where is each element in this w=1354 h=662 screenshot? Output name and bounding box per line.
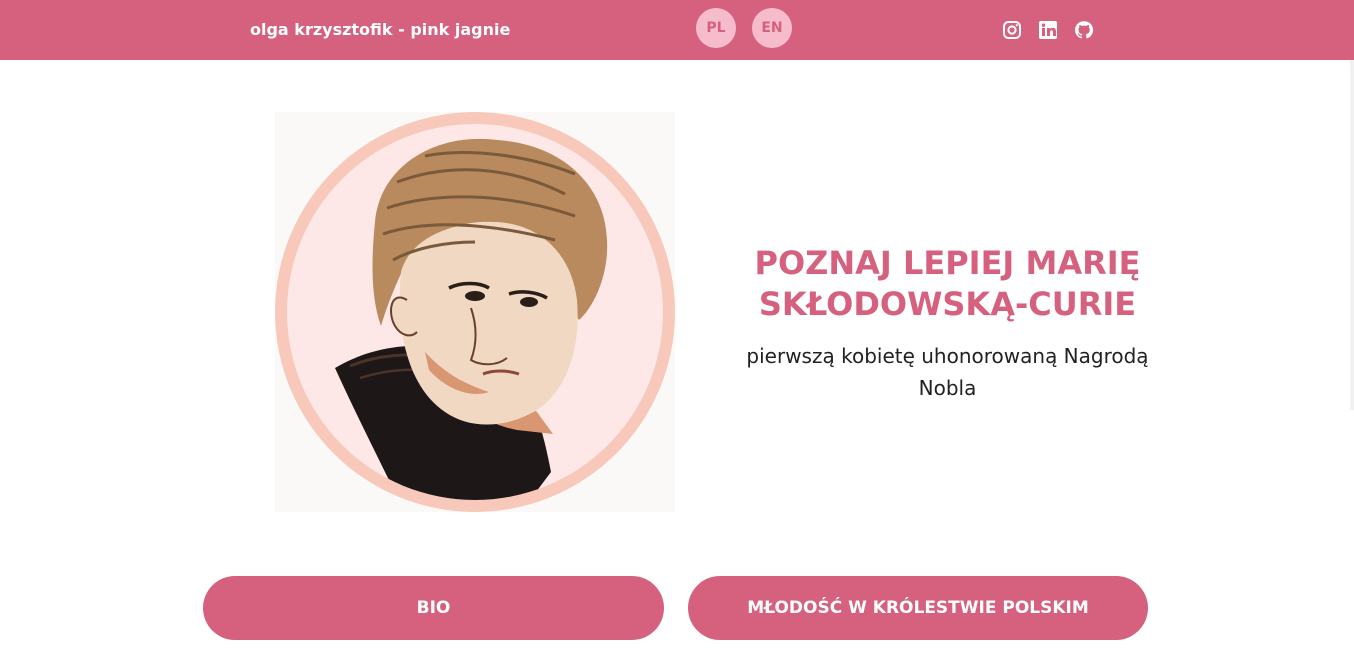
marie-curie-portrait — [275, 112, 675, 512]
bio-button[interactable]: BIO — [203, 576, 664, 640]
language-en-button[interactable]: EN — [752, 8, 792, 48]
top-bar: olga krzysztofik - pink jagnie PL EN — [0, 0, 1354, 60]
github-icon[interactable] — [1074, 20, 1094, 40]
instagram-icon[interactable] — [1002, 20, 1022, 40]
site-brand[interactable]: olga krzysztofik - pink jagnie — [250, 20, 510, 40]
hero-subtitle: pierwszą kobietę uhonorowaną Nagrodą Nob… — [746, 344, 1149, 400]
language-pl-button[interactable]: PL — [696, 8, 736, 48]
scrollbar[interactable] — [1350, 60, 1354, 410]
youth-in-kingdom-of-poland-button[interactable]: MŁODOŚĆ W KRÓLESTWIE POLSKIM — [688, 576, 1148, 640]
hero-title: POZNAJ LEPIEJ MARIĘ SKŁODOWSKĄ-CURIE — [754, 244, 1141, 323]
linkedin-icon[interactable] — [1038, 20, 1058, 40]
